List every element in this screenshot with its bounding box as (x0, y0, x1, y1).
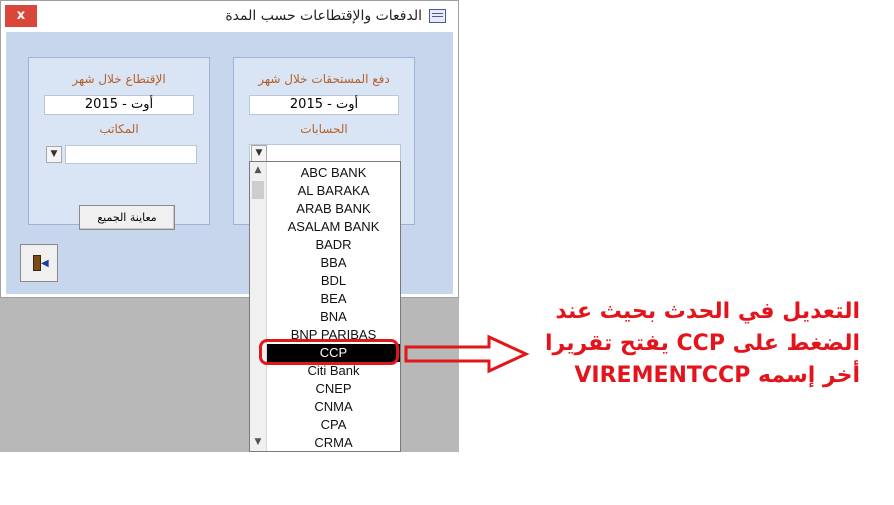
annotation-line-1: التعديل في الحدث بحيث عند (555, 299, 860, 324)
accounts-dropdown-button[interactable]: ▼ (251, 145, 267, 162)
exit-button[interactable]: ◀ (20, 244, 58, 282)
payments-month-field[interactable]: أوت - 2015 (249, 95, 399, 115)
close-button[interactable]: x (5, 5, 37, 27)
deductions-group: الإقتطاع خلال شهر أوت - 2015 المكاتب ▼ م… (28, 57, 210, 230)
preview-all-button[interactable]: معاينة الجميع (79, 205, 175, 230)
scroll-down-icon[interactable]: ▼ (250, 434, 266, 451)
chevron-down-icon: ▼ (255, 148, 263, 158)
offices-label: المكاتب (99, 122, 139, 136)
list-item[interactable]: CPA (267, 416, 400, 434)
form-icon (429, 9, 446, 23)
title-bar: x الدفعات والإقتطاعات حسب المدة (1, 1, 458, 31)
list-scrollbar[interactable]: ▲ ▼ (250, 162, 267, 451)
list-item[interactable]: BDL (267, 272, 400, 290)
accounts-label: الحسابات (300, 122, 348, 136)
accounts-dropdown-list[interactable]: ▲ ▼ ABC BANK AL BARAKA ARAB BANK ASALAM BAN… (249, 161, 401, 452)
list-item[interactable]: ABC BANK (267, 164, 400, 182)
annotation-line-3: أخر إسمه VIREMENTCCP (574, 363, 860, 388)
list-item[interactable]: CNMA (267, 398, 400, 416)
scroll-thumb[interactable] (252, 181, 264, 199)
scroll-up-icon[interactable]: ▲ (250, 162, 266, 179)
list-item[interactable]: ARAB BANK (267, 200, 400, 218)
annotation-arrow-icon (404, 334, 530, 374)
offices-combo[interactable] (65, 145, 197, 164)
exit-door-icon: ◀ (33, 255, 49, 271)
ccp-highlight (259, 339, 399, 365)
deductions-heading: الإقتطاع خلال شهر (72, 72, 166, 86)
window-title: الدفعات والإقتطاعات حسب المدة (225, 8, 422, 24)
chevron-down-icon: ▼ (50, 149, 58, 159)
list-item[interactable]: BBA (267, 254, 400, 272)
annotation-note: التعديل في الحدث بحيث عند الضغط على CCP … (515, 296, 860, 392)
deductions-month-field[interactable]: أوت - 2015 (44, 95, 194, 115)
offices-dropdown-button[interactable]: ▼ (46, 146, 62, 163)
list-item[interactable]: BADR (267, 236, 400, 254)
list-item[interactable]: BNA (267, 308, 400, 326)
list-item[interactable]: ASALAM BANK (267, 218, 400, 236)
annotation-line-2: الضغط على CCP يفتح تقريرا (545, 331, 860, 356)
list-item[interactable]: BEA (267, 290, 400, 308)
list-items: ABC BANK AL BARAKA ARAB BANK ASALAM BANK BAD… (267, 164, 400, 452)
payments-heading: دفع المستحقات خلال شهر (258, 72, 390, 86)
list-item[interactable]: CRMA (267, 434, 400, 452)
list-item[interactable]: CNEP (267, 380, 400, 398)
list-item[interactable]: AL BARAKA (267, 182, 400, 200)
